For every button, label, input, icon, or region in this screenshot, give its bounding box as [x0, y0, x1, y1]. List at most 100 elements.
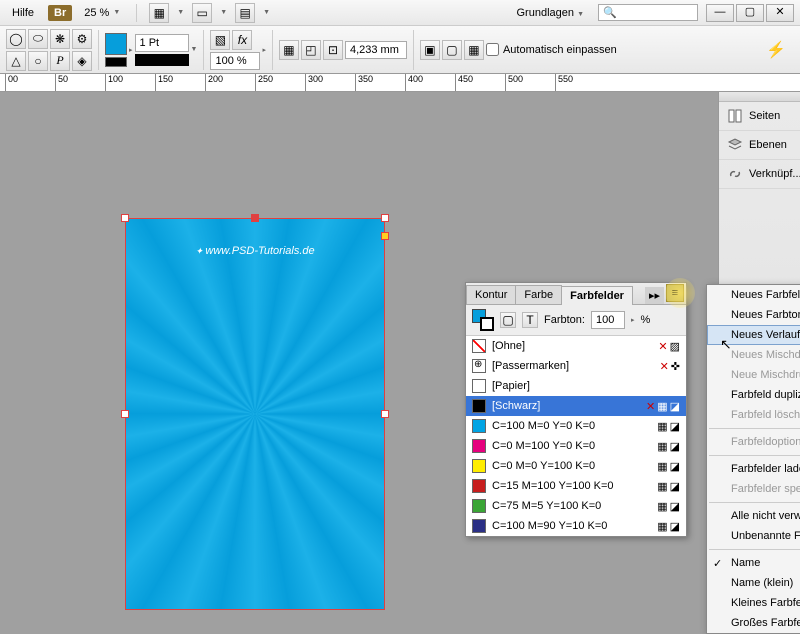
wrap-button[interactable]: ▦ — [279, 40, 299, 60]
selection-handle[interactable] — [381, 410, 389, 418]
menu-item[interactable]: Alle nicht verw — [707, 506, 800, 526]
container-formatting-icon[interactable]: ▢ — [500, 312, 516, 328]
tab-swatches[interactable]: Farbfelder — [561, 286, 633, 305]
fit-button[interactable]: ▢ — [442, 40, 462, 60]
menu-item[interactable]: Neues Farbtonf — [707, 305, 800, 325]
swatch-row[interactable]: [Ohne] ✕▨ — [466, 336, 686, 356]
tool-icon[interactable]: ⚙ — [72, 29, 92, 49]
swatch-row[interactable]: C=0 M=0 Y=100 K=0▦◪ — [466, 456, 686, 476]
frame-button[interactable]: ⊡ — [323, 40, 343, 60]
live-corner-handle[interactable] — [381, 232, 389, 240]
menu-item[interactable]: Unbenannte Fa — [707, 526, 800, 546]
check-icon: ✓ — [713, 557, 722, 570]
fill-color[interactable] — [105, 33, 127, 55]
tint-field[interactable] — [591, 311, 625, 329]
selection-handle[interactable] — [381, 214, 389, 222]
swatch-row[interactable]: [Passermarken]✕✜ — [466, 356, 686, 376]
pages-panel-button[interactable]: Seiten — [719, 102, 800, 131]
menu-item[interactable]: ✓Name — [707, 553, 800, 573]
menu-item[interactable]: Farbfeld dupliz — [707, 385, 800, 405]
fx-button[interactable]: fx — [232, 30, 252, 50]
swatch-name: [Papier] — [492, 380, 674, 392]
process-icon: ▦ — [657, 400, 667, 413]
swatch-name: C=0 M=0 Y=100 K=0 — [492, 460, 651, 472]
help-menu[interactable]: Hilfe — [6, 5, 40, 21]
menu-item[interactable]: Kleines Farbfel — [707, 593, 800, 613]
swatch-chip — [472, 379, 486, 393]
swatch-name: [Ohne] — [492, 340, 652, 352]
links-panel-button[interactable]: Verknüpf... — [719, 160, 800, 189]
bridge-button[interactable]: Br — [48, 5, 72, 21]
swatch-row[interactable]: [Papier] — [466, 376, 686, 396]
stroke-weight-field[interactable]: 1 Pt — [135, 34, 189, 52]
process-icon: ▦ — [657, 520, 667, 533]
tool-icon[interactable]: ◯ — [6, 29, 26, 49]
view-options-button[interactable]: ▦ — [149, 3, 169, 23]
panel-flyout-menu: Neues FarbfeldNeues FarbtonfNeues Verlau… — [706, 284, 800, 634]
selection-handle[interactable] — [121, 410, 129, 418]
cmyk-icon: ◪ — [670, 440, 680, 453]
type-tool-icon[interactable]: P — [50, 51, 70, 71]
tabs-expand-icon[interactable]: ▸▸ — [645, 287, 664, 304]
swatch-row[interactable]: C=75 M=5 Y=100 K=0▦◪ — [466, 496, 686, 516]
tint-slider-icon[interactable]: ▸ — [631, 316, 635, 324]
menubar: Hilfe Br 25 % ▼ ▦▼ ▭▼ ▤▼ Grundlagen ▼ 🔍 … — [0, 0, 800, 26]
menu-item[interactable]: Neues Verlaufs — [707, 325, 800, 345]
workspace-switcher[interactable]: Grundlagen ▼ — [511, 5, 591, 21]
canvas[interactable]: ✦ www.PSD-Tutorials.de Seiten Ebenen Ver… — [0, 92, 800, 600]
swatch-row[interactable]: [Schwarz]✕▦◪ — [466, 396, 686, 416]
menu-item[interactable]: Neues Farbfeld — [707, 285, 800, 305]
noedit-icon: ✕ — [658, 340, 667, 353]
lock-icon: ▨ — [670, 340, 680, 353]
swatch-chip — [472, 339, 486, 353]
text-formatting-icon[interactable]: T — [522, 312, 538, 328]
swatch-row[interactable]: C=100 M=0 Y=0 K=0▦◪ — [466, 416, 686, 436]
fit-button[interactable]: ▦ — [464, 40, 484, 60]
close-button[interactable]: ✕ — [766, 4, 794, 22]
tool-icon[interactable]: ⬭ — [28, 29, 48, 49]
stroke-color[interactable] — [105, 57, 127, 67]
swatch-row[interactable]: C=0 M=100 Y=0 K=0▦◪ — [466, 436, 686, 456]
cmyk-icon: ◪ — [670, 420, 680, 433]
swatch-name: C=0 M=100 Y=0 K=0 — [492, 440, 651, 452]
maximize-button[interactable]: ▢ — [736, 4, 764, 22]
selection-handle[interactable] — [251, 214, 259, 222]
swatch-row[interactable]: C=100 M=90 Y=10 K=0▦◪ — [466, 516, 686, 536]
layers-panel-button[interactable]: Ebenen — [719, 131, 800, 160]
lightning-icon[interactable]: ⚡ — [758, 40, 794, 60]
measure-field[interactable]: 4,233 mm — [345, 41, 407, 59]
tab-color[interactable]: Farbe — [515, 285, 562, 304]
search-input[interactable]: 🔍 — [598, 4, 698, 21]
panel-menu-button[interactable]: ≡ — [666, 284, 684, 302]
artboard[interactable]: ✦ www.PSD-Tutorials.de — [125, 218, 385, 610]
dock-grip[interactable] — [719, 92, 800, 102]
tool-icon[interactable]: ◈ — [72, 51, 92, 71]
chevron-down-icon: ▼ — [113, 9, 120, 16]
tool-icon[interactable]: ○ — [28, 51, 48, 71]
opacity-field[interactable]: 100 % — [210, 52, 260, 70]
zoom-control[interactable]: 25 % ▼ — [80, 5, 124, 21]
tint-label: Farbton: — [544, 314, 585, 326]
swatch-chip — [472, 399, 486, 413]
selection-handle[interactable] — [121, 214, 129, 222]
corner-button[interactable]: ◰ — [301, 40, 321, 60]
menu-item[interactable]: Farbfelder lade — [707, 459, 800, 479]
fill-stroke-proxy[interactable] — [472, 309, 494, 331]
menu-item[interactable]: Großes Farbfel — [707, 613, 800, 633]
swatch-row[interactable]: C=15 M=100 Y=100 K=0▦◪ — [466, 476, 686, 496]
watermark-text: ✦ www.PSD-Tutorials.de — [195, 245, 314, 257]
cmyk-icon: ◪ — [670, 400, 680, 413]
menu-item[interactable]: Name (klein) — [707, 573, 800, 593]
control-bar: ◯ ⬭ ❋ ⚙ △ ○ P ◈ ▸ 1 Pt ▼ ▧fx 100 % ▸ ▦ ◰… — [0, 26, 800, 74]
tool-icon[interactable]: ❋ — [50, 29, 70, 49]
screen-mode-button[interactable]: ▭ — [192, 3, 212, 23]
minimize-button[interactable]: — — [706, 4, 734, 22]
autofit-checkbox[interactable] — [486, 43, 499, 56]
tab-stroke[interactable]: Kontur — [466, 285, 516, 304]
effects-button[interactable]: ▧ — [210, 30, 230, 50]
tool-icon[interactable]: △ — [6, 51, 26, 71]
arrange-button[interactable]: ▤ — [235, 3, 255, 23]
swatch-chip — [472, 479, 486, 493]
cmyk-icon: ◪ — [670, 480, 680, 493]
fit-button[interactable]: ▣ — [420, 40, 440, 60]
